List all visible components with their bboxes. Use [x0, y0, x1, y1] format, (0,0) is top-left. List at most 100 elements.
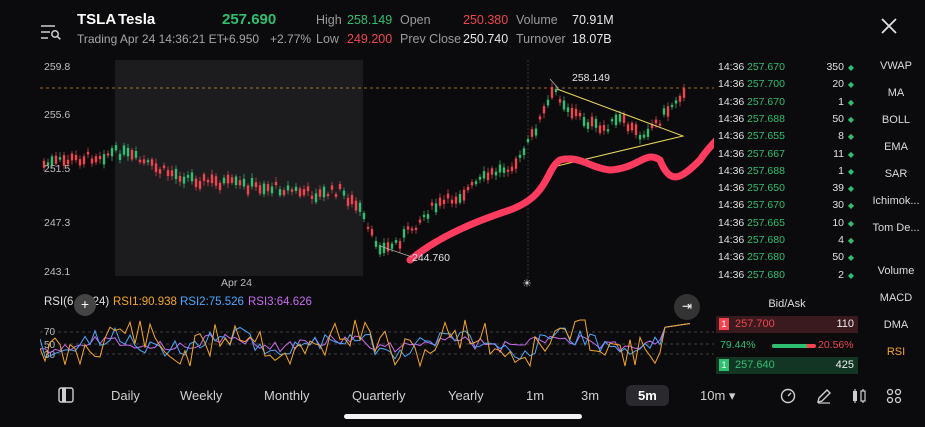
candle-body	[270, 186, 274, 194]
trade-direction-icon: ◆	[847, 132, 854, 142]
tab-yearly[interactable]: Yearly	[448, 388, 484, 403]
candle-body	[386, 242, 390, 252]
candle-body	[526, 139, 530, 143]
tab-weekly[interactable]: Weekly	[180, 388, 222, 403]
candle-body	[154, 163, 158, 173]
tab-5m[interactable]: 5m	[626, 385, 669, 406]
trade-direction-icon: ◆	[847, 218, 854, 228]
trade-list[interactable]: 14:36 257.670 350 ◆ 14:36 257.700 20 ◆ 14:36 257.…	[718, 60, 856, 295]
trade-price: 257.700	[747, 78, 785, 91]
open-label: Open	[400, 13, 431, 27]
candle-body	[646, 128, 650, 137]
candle-body	[422, 214, 426, 218]
candle-body	[390, 243, 394, 249]
indicator-sar[interactable]: SAR	[867, 168, 925, 180]
candle-body	[586, 122, 590, 129]
trade-qty: 2	[838, 268, 844, 281]
layout-toggle-icon[interactable]	[58, 387, 74, 403]
high-label: High	[316, 13, 342, 27]
candle-body	[338, 183, 342, 189]
indicator-boll[interactable]: BOLL	[867, 114, 925, 126]
trade-qty: 350	[826, 61, 844, 73]
candle-body	[98, 156, 102, 160]
candle-body	[298, 188, 302, 197]
tab-daily[interactable]: Daily	[111, 388, 140, 403]
candle-body	[78, 159, 82, 166]
candle-body	[558, 99, 562, 103]
indicator-dma[interactable]: DMA	[867, 319, 925, 331]
indicator-macd[interactable]: MACD	[867, 292, 925, 304]
candle-body	[234, 176, 238, 186]
trade-qty: 8	[838, 130, 844, 143]
candle-body	[682, 88, 686, 98]
candle-body	[666, 106, 670, 117]
close-icon[interactable]	[880, 17, 898, 35]
price-chart[interactable]	[40, 60, 764, 288]
candle-body	[602, 125, 606, 131]
home-indicator	[344, 414, 582, 419]
indicator-rsi[interactable]: RSI	[867, 346, 925, 358]
candle-body	[354, 200, 358, 211]
candle-body	[242, 178, 246, 187]
bid-ask-ratio-bar	[772, 344, 816, 348]
trade-row: 14:36 257.667 11 ◆	[718, 148, 856, 165]
candle-body	[506, 169, 510, 172]
tab-3m[interactable]: 3m	[581, 388, 599, 403]
trade-price: 257.680	[747, 234, 785, 246]
indicator-tom-demark[interactable]: Tom De...	[867, 222, 925, 234]
indicator-ichimoku[interactable]: Ichimok...	[867, 195, 925, 207]
candle-body	[206, 179, 210, 183]
indicator-volume[interactable]: Volume	[867, 265, 925, 277]
grid-menu-icon[interactable]	[886, 388, 902, 404]
crosshair-button[interactable]: +	[74, 294, 96, 316]
trade-price: 257.655	[747, 130, 785, 143]
scroll-latest-button[interactable]: ⇥	[674, 294, 700, 320]
gauge-icon[interactable]	[780, 388, 796, 404]
company-name: Tesla	[118, 11, 156, 28]
indicator-ema[interactable]: EMA	[867, 141, 925, 153]
candle-body	[170, 170, 174, 177]
candle-body	[162, 165, 166, 169]
tab-monthly[interactable]: Monthly	[264, 388, 310, 403]
rsi-chart[interactable]	[39, 318, 714, 368]
ask-price: 257.700	[735, 318, 775, 330]
candle-body	[402, 229, 406, 238]
candle-type-icon[interactable]	[851, 388, 867, 404]
tab-1m[interactable]: 1m	[526, 388, 544, 403]
trade-direction-icon: ◆	[847, 253, 854, 263]
tab-10m[interactable]: 10m ▾	[700, 388, 735, 404]
trade-time: 14:36	[718, 78, 745, 91]
menu-search-icon[interactable]	[40, 24, 62, 40]
trade-price: 257.688	[747, 112, 785, 125]
turnover-value: 18.07B	[572, 32, 612, 46]
candle-body	[622, 114, 626, 123]
trade-price: 257.665	[747, 216, 785, 229]
rsi1-value: RSI1:90.938	[113, 296, 177, 308]
trade-row: 14:36 257.700 20 ◆	[718, 78, 856, 95]
candle-body	[306, 186, 310, 192]
candle-body	[150, 159, 154, 166]
bidask-panel[interactable]: Bid/Ask 1 257.700 110 79.44% 20.56% 1 25…	[716, 296, 858, 376]
draw-pen-icon[interactable]	[816, 388, 832, 404]
high-marker: 258.149	[572, 72, 610, 84]
candle-body	[250, 177, 254, 187]
trade-qty: 50	[832, 251, 844, 264]
tab-quarterly[interactable]: Quarterly	[352, 388, 405, 403]
rsi2-value: RSI2:75.526	[180, 296, 244, 308]
candle-body	[286, 185, 290, 191]
triangle-drawing	[556, 88, 685, 167]
candle-body	[670, 104, 674, 108]
trade-direction-icon: ◆	[847, 114, 854, 124]
last-price: 257.690	[222, 11, 277, 28]
bid-qty: 425	[835, 359, 854, 371]
indicator-vwap[interactable]: VWAP	[867, 60, 925, 72]
candle-body	[218, 182, 222, 190]
candle-body	[410, 228, 414, 231]
candle-body	[294, 186, 298, 191]
high-value: 258.149	[347, 13, 393, 27]
candle-body	[182, 176, 186, 184]
trade-row: 14:36 257.650 39 ◆	[718, 182, 856, 199]
indicator-ma[interactable]: MA	[867, 87, 925, 99]
candle-body	[534, 128, 538, 136]
candle-body	[542, 106, 546, 114]
